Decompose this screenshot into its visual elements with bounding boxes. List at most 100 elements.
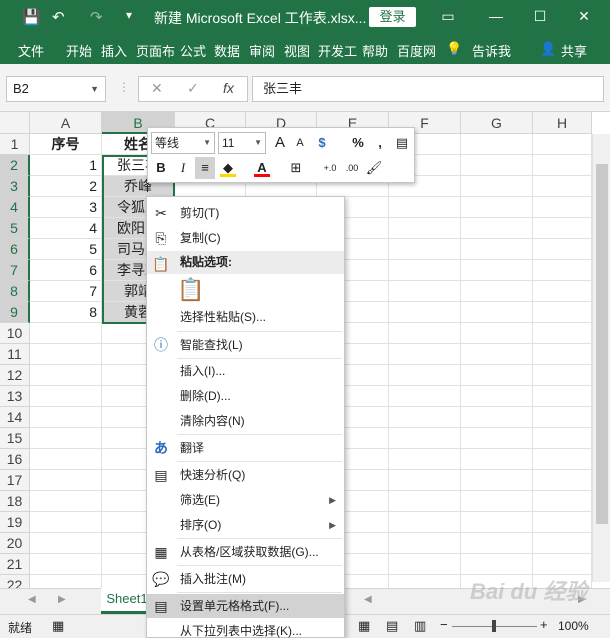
cell-h20[interactable] <box>533 533 592 554</box>
cell-a5[interactable]: 4 <box>30 218 102 239</box>
row-header-10[interactable]: 10 <box>0 323 30 344</box>
cell-h10[interactable] <box>533 323 592 344</box>
fill-color-button[interactable]: ◆ <box>218 157 238 179</box>
row-header-13[interactable]: 13 <box>0 386 30 407</box>
cell-f16[interactable] <box>389 449 461 470</box>
lightbulb-icon[interactable]: 💡 <box>446 41 462 57</box>
menu-item-clear-contents[interactable]: 清除内容(N) <box>147 409 344 433</box>
column-header-a[interactable]: A <box>30 112 102 134</box>
cell-a14[interactable] <box>30 407 102 428</box>
font-name-select[interactable]: 等线 ▼ <box>151 132 215 154</box>
row-header-12[interactable]: 12 <box>0 365 30 386</box>
cell-h13[interactable] <box>533 386 592 407</box>
tab-data[interactable]: 数据 <box>214 41 240 60</box>
cell-a21[interactable] <box>30 554 102 575</box>
row-header-20[interactable]: 20 <box>0 533 30 554</box>
row-header-18[interactable]: 18 <box>0 491 30 512</box>
cell-h12[interactable] <box>533 365 592 386</box>
cell-g19[interactable] <box>461 512 533 533</box>
column-header-h[interactable]: H <box>533 112 592 134</box>
cell-a11[interactable] <box>30 344 102 365</box>
cell-g12[interactable] <box>461 365 533 386</box>
menu-item-smart-lookup[interactable]: ⓘ 智能查找(L) <box>147 333 344 357</box>
cell-g7[interactable] <box>461 260 533 281</box>
menu-item-delete[interactable]: 删除(D)... <box>147 384 344 408</box>
zoom-in-icon[interactable]: + <box>540 617 548 632</box>
cell-h4[interactable] <box>533 197 592 218</box>
cell-h21[interactable] <box>533 554 592 575</box>
cell-h7[interactable] <box>533 260 592 281</box>
cancel-icon[interactable]: ✕ <box>151 80 163 97</box>
cell-a18[interactable] <box>30 491 102 512</box>
row-header-17[interactable]: 17 <box>0 470 30 491</box>
cell-g13[interactable] <box>461 386 533 407</box>
zoom-slider-thumb[interactable] <box>492 620 496 632</box>
font-size-select[interactable]: 11 ▼ <box>218 132 266 154</box>
cell-h1[interactable] <box>533 134 592 155</box>
menu-item-copy[interactable]: ⎘ 复制(C) <box>147 226 344 250</box>
zoom-level[interactable]: 100% <box>558 619 589 633</box>
cell-a10[interactable] <box>30 323 102 344</box>
cell-g18[interactable] <box>461 491 533 512</box>
cell-a13[interactable] <box>30 386 102 407</box>
formula-input[interactable]: 张三丰 <box>252 76 604 102</box>
cell-f9[interactable] <box>389 302 461 323</box>
scroll-right-icon[interactable]: ▶ <box>58 594 66 605</box>
drag-handle-icon[interactable]: ⋮ <box>118 80 130 94</box>
row-header-5[interactable]: 5 <box>0 218 30 239</box>
cell-h5[interactable] <box>533 218 592 239</box>
bold-button[interactable]: B <box>151 157 171 179</box>
menu-item-pick-from-list[interactable]: 从下拉列表中选择(K)... <box>147 619 344 638</box>
cell-f18[interactable] <box>389 491 461 512</box>
cell-h16[interactable] <box>533 449 592 470</box>
cell-f20[interactable] <box>389 533 461 554</box>
cell-h6[interactable] <box>533 239 592 260</box>
select-all-corner[interactable] <box>0 112 30 134</box>
menu-item-paste-special[interactable]: 选择性粘贴(S)... <box>147 305 344 329</box>
cell-g16[interactable] <box>461 449 533 470</box>
cell-h3[interactable] <box>533 176 592 197</box>
cell-g20[interactable] <box>461 533 533 554</box>
row-header-16[interactable]: 16 <box>0 449 30 470</box>
cell-a1[interactable]: 序号 <box>30 134 102 155</box>
cell-g2[interactable] <box>461 155 533 176</box>
row-header-15[interactable]: 15 <box>0 428 30 449</box>
vertical-scrollbar[interactable] <box>592 134 610 582</box>
minimize-icon[interactable]: — <box>482 4 510 28</box>
redo-icon[interactable]: ↷ <box>90 8 103 26</box>
cell-f14[interactable] <box>389 407 461 428</box>
row-header-14[interactable]: 14 <box>0 407 30 428</box>
row-header-6[interactable]: 6 <box>0 239 30 260</box>
cell-a8[interactable]: 7 <box>30 281 102 302</box>
cell-g8[interactable] <box>461 281 533 302</box>
cell-f12[interactable] <box>389 365 461 386</box>
tab-page-layout[interactable]: 页面布 <box>136 41 175 60</box>
tab-developer[interactable]: 开发工 <box>318 41 357 60</box>
cell-h17[interactable] <box>533 470 592 491</box>
paste-clipboard-icon[interactable]: 📋 <box>177 277 204 305</box>
row-header-2[interactable]: 2 <box>0 155 30 176</box>
tab-review[interactable]: 审阅 <box>249 41 275 60</box>
cell-a9[interactable]: 8 <box>30 302 102 323</box>
cell-a7[interactable]: 6 <box>30 260 102 281</box>
cell-g6[interactable] <box>461 239 533 260</box>
maximize-icon[interactable]: ☐ <box>526 4 554 28</box>
row-header-1[interactable]: 1 <box>0 134 30 155</box>
cell-h2[interactable] <box>533 155 592 176</box>
comma-style-button[interactable]: , <box>370 132 390 154</box>
menu-item-translate[interactable]: あ 翻译 <box>147 436 344 460</box>
chevron-down-icon[interactable]: ▼ <box>203 133 211 153</box>
cell-f15[interactable] <box>389 428 461 449</box>
menu-item-get-data-from-table[interactable]: ▦ 从表格/区域获取数据(G)... <box>147 540 344 564</box>
undo-icon[interactable]: ↶ <box>52 8 65 26</box>
zoom-out-icon[interactable]: − <box>440 617 448 632</box>
cell-g10[interactable] <box>461 323 533 344</box>
decrease-font-button[interactable]: A <box>290 132 310 154</box>
cell-h19[interactable] <box>533 512 592 533</box>
cell-g3[interactable] <box>461 176 533 197</box>
align-center-icon[interactable]: ≡ <box>195 157 215 179</box>
italic-button[interactable]: I <box>173 157 193 179</box>
column-header-g[interactable]: G <box>461 112 533 134</box>
increase-font-button[interactable]: A <box>270 132 290 154</box>
menu-item-sort[interactable]: 排序(O) ▶ <box>147 513 344 537</box>
